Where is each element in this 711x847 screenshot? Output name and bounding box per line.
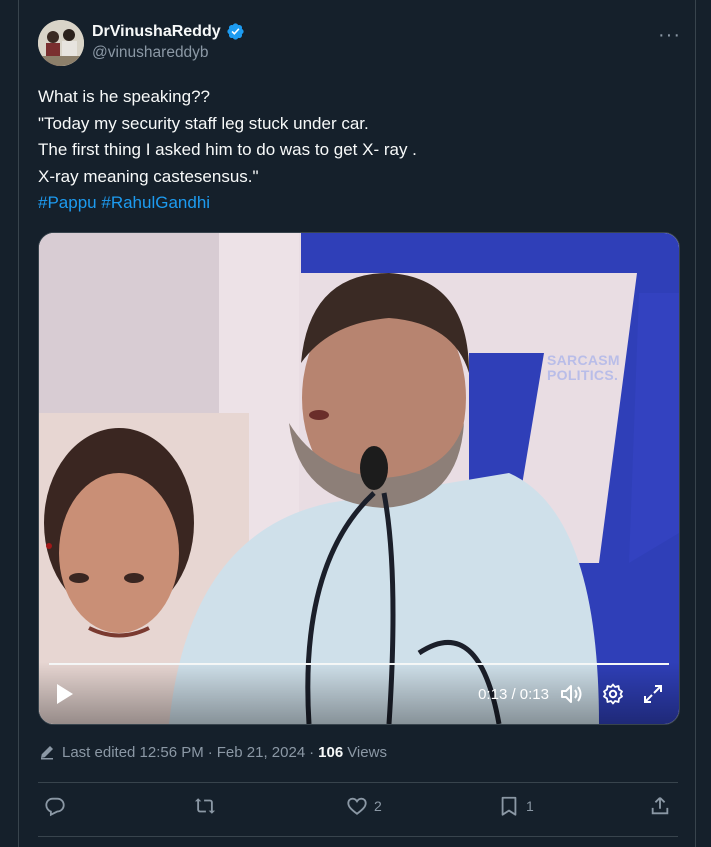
handle[interactable]: @vinushareddyb: [92, 44, 245, 62]
repost-button[interactable]: [194, 795, 216, 817]
video-watermark: SARCASM POLITICS.: [547, 353, 620, 383]
like-button[interactable]: 2: [346, 795, 382, 817]
separator: ·: [207, 743, 213, 761]
display-name[interactable]: DrVinushaReddy: [92, 23, 221, 41]
settings-gear-icon[interactable]: [601, 682, 625, 706]
tweet-line: The first thing I asked him to do was to…: [38, 140, 417, 159]
action-bar: 2 1: [38, 795, 678, 825]
more-options-button[interactable]: ···: [658, 24, 681, 47]
share-icon: [651, 797, 669, 815]
left-frame-border: [0, 0, 19, 847]
tweet-text: What is he speaking?? "Today my security…: [38, 84, 678, 217]
heart-icon: [347, 797, 367, 815]
tweet-line: X-ray meaning castesensus.": [38, 166, 259, 186]
hashtag-link[interactable]: #RahulGandhi: [101, 193, 210, 212]
video-time: 0:13 / 0:13: [478, 686, 549, 703]
verified-badge-icon: [227, 23, 244, 40]
watermark-line: POLITICS.: [547, 367, 619, 383]
separator: ·: [309, 743, 315, 761]
views-count: 106: [318, 743, 344, 761]
video-frame: [39, 233, 679, 724]
right-frame-border: [695, 0, 711, 847]
edited-label[interactable]: Last edited 12:56 PM: [62, 744, 204, 761]
fullscreen-icon[interactable]: [641, 682, 665, 706]
divider: [38, 836, 678, 837]
bookmark-count: 1: [526, 798, 534, 814]
video-player[interactable]: SARCASM POLITICS. 0:13 / 0:13: [38, 232, 680, 725]
hashtag-link[interactable]: #Pappu: [38, 193, 97, 212]
edit-pencil-icon: [41, 746, 53, 760]
hashtags: #Pappu #RahulGandhi: [38, 190, 678, 217]
tweet-date[interactable]: Feb 21, 2024: [217, 744, 305, 761]
reply-button[interactable]: [44, 795, 66, 817]
tweet-line: "Today my security staff leg stuck under…: [38, 113, 369, 133]
share-button[interactable]: [649, 795, 671, 817]
watermark-line: SARCASM: [547, 352, 620, 368]
like-count: 2: [374, 798, 382, 814]
repost-icon: [194, 798, 216, 814]
reply-icon: [45, 797, 65, 817]
bookmark-icon: [501, 796, 517, 816]
volume-icon[interactable]: [559, 682, 583, 706]
avatar[interactable]: [38, 20, 84, 66]
views-label: Views: [347, 743, 387, 761]
divider: [38, 782, 678, 783]
tweet-header: DrVinushaReddy @vinushareddyb ···: [38, 20, 681, 68]
tweet-line: What is he speaking??: [38, 87, 210, 106]
bookmark-button[interactable]: 1: [498, 795, 534, 817]
play-icon[interactable]: [55, 682, 75, 706]
video-controls: 0:13 / 0:13: [39, 662, 679, 724]
tweet-meta: Last edited 12:56 PM · Feb 21, 2024 · 10…: [38, 743, 387, 761]
